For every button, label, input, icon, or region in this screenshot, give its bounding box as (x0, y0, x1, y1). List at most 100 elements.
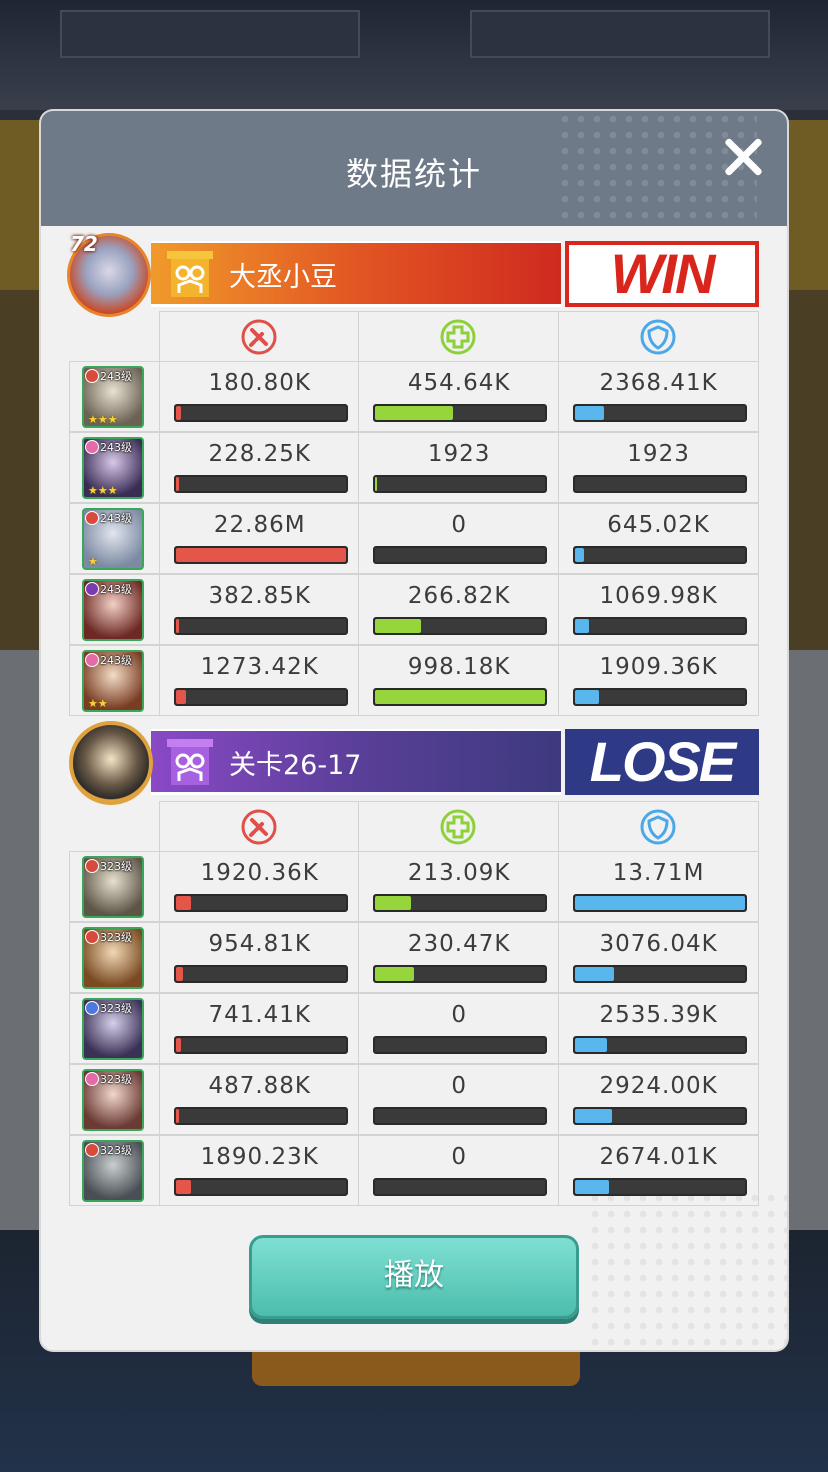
damage-cell: 954.81K (160, 923, 360, 992)
shield-bar-fill (574, 690, 599, 704)
damage-bar (173, 965, 348, 983)
damage-column-header (160, 802, 360, 852)
shield-cell: 2368.41K (559, 362, 758, 431)
hero-level: 243级 (100, 583, 132, 596)
game-background-header (0, 0, 828, 110)
damage-column-header (160, 312, 360, 362)
team-banner-winner: 大丞小豆 (151, 241, 561, 307)
hero-portrait[interactable]: 243级 ★★ (82, 650, 144, 712)
hero-portrait[interactable]: 323级 (82, 1069, 144, 1131)
heal-bar-fill (375, 967, 415, 981)
hero-stars: ★★ (88, 697, 108, 710)
hero-portrait[interactable]: 323级 (82, 927, 144, 989)
damage-value: 487.88K (208, 1073, 312, 1099)
cross-heal-icon (440, 319, 476, 355)
shield-cell: 645.02K (559, 504, 758, 573)
team-banner-loser: 关卡26-17 (151, 729, 561, 795)
damage-bar (173, 475, 348, 493)
hero-level: 323级 (100, 1144, 132, 1157)
heal-bar-fill (375, 690, 546, 704)
shield-bar (572, 688, 747, 706)
dialog-title: 数据统计 (345, 155, 482, 193)
shield-bar (572, 965, 747, 983)
heal-value: 0 (451, 1073, 467, 1099)
heal-cell: 230.47K (359, 923, 559, 992)
heal-cell: 213.09K (359, 852, 559, 921)
close-icon[interactable] (719, 133, 767, 181)
shield-bar-fill (574, 1038, 607, 1052)
hero-portrait[interactable]: 323级 (82, 856, 144, 918)
result-badge-lose: LOSE (565, 729, 759, 795)
player-avatar[interactable]: 72 (67, 232, 151, 317)
hero-level: 323级 (100, 860, 132, 873)
heal-value: 230.47K (407, 931, 511, 957)
heal-bar (373, 617, 548, 635)
damage-cell: 1890.23K (160, 1136, 360, 1205)
hero-stat-row: 243级 382.85K 266.82K 1069.98K (69, 574, 759, 645)
heal-cell: 0 (359, 994, 559, 1063)
shield-bar (572, 546, 747, 564)
damage-cell: 180.80K (160, 362, 360, 431)
shield-value: 1909.36K (599, 654, 718, 680)
shield-column-header (559, 312, 758, 362)
enemy-avatar[interactable] (69, 721, 153, 805)
heal-value: 0 (451, 512, 467, 538)
damage-value: 954.81K (208, 931, 312, 957)
damage-bar-fill (175, 406, 181, 420)
heal-cell: 0 (359, 504, 559, 573)
heal-bar (373, 404, 548, 422)
damage-value: 1920.36K (200, 860, 319, 886)
hero-portrait[interactable]: 323级 (82, 1140, 144, 1202)
shield-cell: 1923 (559, 433, 758, 502)
damage-bar-fill (175, 1180, 191, 1194)
hero-portrait-cell: 243级 ★★★ (70, 362, 160, 431)
hero-stars: ★ (88, 555, 98, 568)
shield-bar-fill (574, 406, 604, 420)
damage-cell: 228.25K (160, 433, 360, 502)
shield-bar (572, 1107, 747, 1125)
heal-cell: 1923 (359, 433, 559, 502)
battle-stats-dialog: 数据统计 大丞小豆 WIN 72 243级 ★★★ 180.80K 454.64… (41, 111, 787, 1350)
hero-portrait[interactable]: 243级 ★★★ (82, 366, 144, 428)
play-button[interactable]: 播放 (249, 1235, 579, 1319)
heal-bar-fill (375, 896, 412, 910)
hero-element-icon (85, 582, 99, 596)
hero-portrait[interactable]: 243级 (82, 579, 144, 641)
heal-bar (373, 894, 548, 912)
shield-value: 2368.41K (599, 370, 718, 396)
damage-bar (173, 617, 348, 635)
hero-level: 243级 (100, 441, 132, 454)
heal-column-header (359, 802, 559, 852)
damage-value: 1273.42K (200, 654, 319, 680)
damage-bar-fill (175, 690, 186, 704)
team-name: 大丞小豆 (229, 262, 337, 293)
damage-bar-fill (175, 1038, 181, 1052)
hero-portrait[interactable]: 243级 ★ (82, 508, 144, 570)
damage-cell: 22.86M (160, 504, 360, 573)
shield-bar-fill (574, 548, 584, 562)
damage-cell: 382.85K (160, 575, 360, 644)
shield-bar-fill (574, 1109, 612, 1123)
heal-value: 998.18K (407, 654, 511, 680)
damage-value: 741.41K (208, 1002, 312, 1028)
hero-element-icon (85, 653, 99, 667)
shield-bar-fill (574, 896, 745, 910)
shield-value: 13.71M (612, 860, 705, 886)
heal-bar (373, 1178, 548, 1196)
damage-bar-fill (175, 619, 179, 633)
hero-portrait-cell: 243级 ★★ (70, 646, 160, 715)
hero-portrait[interactable]: 323级 (82, 998, 144, 1060)
heal-cell: 998.18K (359, 646, 559, 715)
footer-pattern (587, 1190, 787, 1350)
shield-value: 2674.01K (599, 1144, 718, 1170)
damage-value: 1890.23K (200, 1144, 319, 1170)
heal-column-header (359, 312, 559, 362)
hero-level: 243级 (100, 512, 132, 525)
damage-bar (173, 894, 348, 912)
hero-portrait[interactable]: 243级 ★★★ (82, 437, 144, 499)
heal-cell: 0 (359, 1136, 559, 1205)
hero-element-icon (85, 930, 99, 944)
heal-cell: 266.82K (359, 575, 559, 644)
heal-bar-fill (375, 619, 422, 633)
heal-value: 213.09K (407, 860, 511, 886)
